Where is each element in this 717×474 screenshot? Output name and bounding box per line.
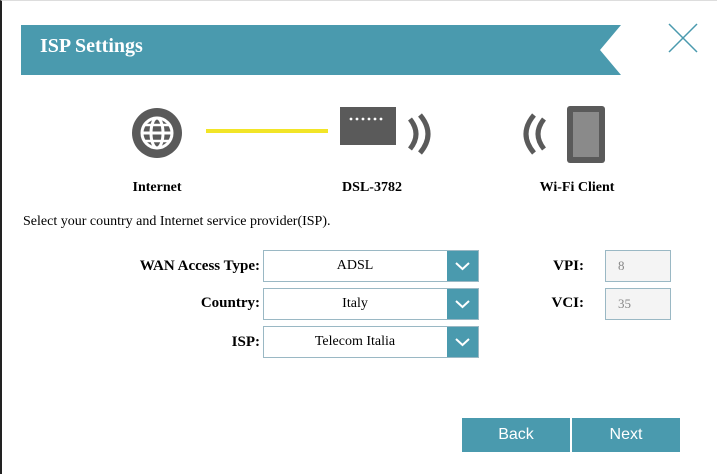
vpi-input[interactable]: 8 <box>605 250 671 282</box>
isp-label: ISP: <box>231 334 260 350</box>
isp-settings-dialog: ISP Settings Internet DSL-3782 Wi-Fi Cli… <box>0 0 717 474</box>
client-label: Wi-Fi Client <box>539 180 615 195</box>
isp-value: Telecom Italia <box>314 334 396 349</box>
router-label: DSL-3782 <box>342 180 402 195</box>
next-button[interactable]: Next <box>572 418 680 452</box>
vci-input[interactable]: 35 <box>605 288 671 320</box>
vpi-label: VPI: <box>553 258 584 274</box>
router-icon <box>336 105 400 154</box>
wireless-signal-icon <box>406 113 438 160</box>
country-label: Country: <box>200 295 260 311</box>
wan-access-type-select[interactable]: ADSL <box>263 250 479 282</box>
country-value: Italy <box>342 296 368 311</box>
back-button[interactable]: Back <box>462 418 570 452</box>
country-select[interactable]: Italy <box>263 288 479 320</box>
instruction-text: Select your country and Internet service… <box>23 214 331 229</box>
globe-icon <box>124 104 190 167</box>
wan-access-type-value: ADSL <box>336 258 374 273</box>
close-icon[interactable] <box>666 21 700 55</box>
chevron-down-icon[interactable] <box>447 251 478 281</box>
wan-access-type-label: WAN Access Type: <box>139 258 260 274</box>
vci-label: VCI: <box>551 295 585 311</box>
connection-line <box>206 129 328 133</box>
tablet-icon <box>564 104 608 171</box>
dialog-title: ISP Settings <box>40 35 143 57</box>
wireless-signal-icon <box>516 113 548 160</box>
chevron-down-icon[interactable] <box>447 327 478 357</box>
isp-select[interactable]: Telecom Italia <box>263 326 479 358</box>
internet-label: Internet <box>132 180 182 195</box>
chevron-down-icon[interactable] <box>447 289 478 319</box>
